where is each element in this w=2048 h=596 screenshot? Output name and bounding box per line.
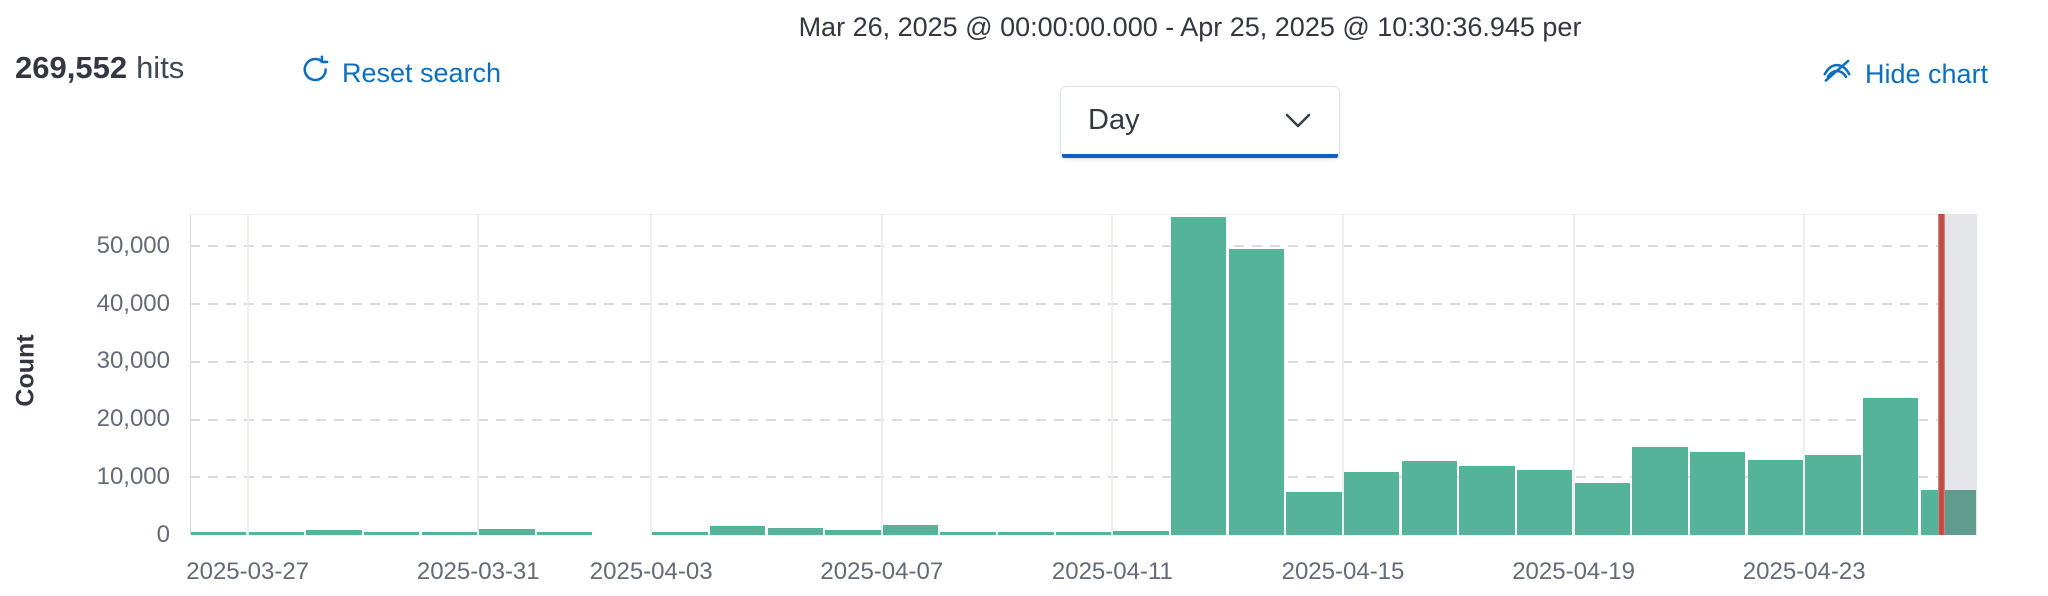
histogram-bar[interactable] [1113,531,1168,535]
x-tick-label: 2025-04-15 [1233,558,1453,586]
hide-chart-label: Hide chart [1865,59,1988,90]
histogram-bar[interactable] [191,532,246,535]
hide-chart-button[interactable]: Hide chart [1820,54,1988,95]
hits-count: 269,552 [15,50,127,85]
incomplete-bucket-endzone [1941,214,1977,535]
histogram-bar[interactable] [710,526,765,535]
vertical-gridline [1111,214,1113,535]
histogram-bar[interactable] [883,525,938,535]
y-axis-line [190,214,191,535]
y-tick-label: 40,000 [58,290,170,318]
histogram-bar[interactable] [422,532,477,535]
histogram-bar[interactable] [1459,466,1514,535]
histogram-bar[interactable] [1286,492,1341,535]
histogram-bar[interactable] [1805,455,1860,535]
histogram-bar[interactable] [249,532,304,535]
histogram-bar[interactable] [1575,483,1630,535]
reset-search-label: Reset search [342,58,501,89]
time-range-title: Mar 26, 2025 @ 00:00:00.000 - Apr 25, 20… [660,12,1720,43]
hits-total: 269,552 hits [15,50,184,86]
vertical-gridline [881,214,883,535]
x-tick-label: 2025-04-07 [772,558,992,586]
horizontal-gridline [190,361,1977,363]
y-tick-label: 10,000 [58,463,170,491]
histogram-bar[interactable] [364,532,419,535]
interval-select[interactable]: Day [1060,86,1340,159]
plot-top-border [190,214,1977,215]
y-axis-title: Count [12,301,41,441]
vertical-gridline [477,214,479,535]
x-tick-label: 2025-04-11 [1002,558,1222,586]
y-tick-label: 0 [58,521,170,549]
select-focus-underline [1062,154,1338,158]
x-tick-label: 2025-04-19 [1464,558,1684,586]
hits-label: hits [136,50,184,85]
histogram-bar[interactable] [1748,460,1803,535]
histogram-bar[interactable] [652,532,707,535]
histogram-bar[interactable] [825,530,880,535]
interval-selected-value: Day [1088,104,1140,137]
histogram-bar[interactable] [1344,472,1399,535]
horizontal-gridline [190,245,1977,247]
current-time-marker [1938,214,1945,535]
refresh-icon [300,54,331,92]
histogram-bar[interactable] [479,529,534,535]
y-tick-label: 20,000 [58,405,170,433]
histogram-bar[interactable] [768,528,823,535]
chevron-down-icon [1285,113,1311,134]
histogram-bar[interactable] [1229,249,1284,535]
horizontal-gridline [190,419,1977,421]
histogram-bar[interactable] [537,532,592,535]
histogram-bar[interactable] [1171,217,1226,535]
vertical-gridline [650,214,652,535]
histogram-bar-partial-bucket[interactable] [1921,490,1976,535]
vertical-gridline [247,214,249,535]
histogram-bar[interactable] [1690,452,1745,535]
reset-search-button[interactable]: Reset search [300,54,501,92]
eye-slash-icon [1820,54,1854,95]
x-tick-label: 2025-04-03 [541,558,761,586]
horizontal-gridline [190,303,1977,305]
y-tick-label: 50,000 [58,232,170,260]
x-tick-label: 2025-04-23 [1694,558,1914,586]
discover-histogram-panel: Mar 26, 2025 @ 00:00:00.000 - Apr 25, 20… [0,0,2048,596]
y-tick-label: 30,000 [58,347,170,375]
histogram-bar[interactable] [1632,447,1687,535]
histogram-bar[interactable] [1517,470,1572,535]
histogram-bar[interactable] [1863,398,1918,535]
histogram-bar[interactable] [1056,532,1111,535]
histogram-plot[interactable] [190,214,1977,535]
histogram-bar[interactable] [998,532,1053,535]
histogram-bar[interactable] [1402,461,1457,535]
histogram-bar[interactable] [306,530,361,535]
x-tick-label: 2025-03-27 [138,558,358,586]
histogram-bar[interactable] [940,532,995,535]
